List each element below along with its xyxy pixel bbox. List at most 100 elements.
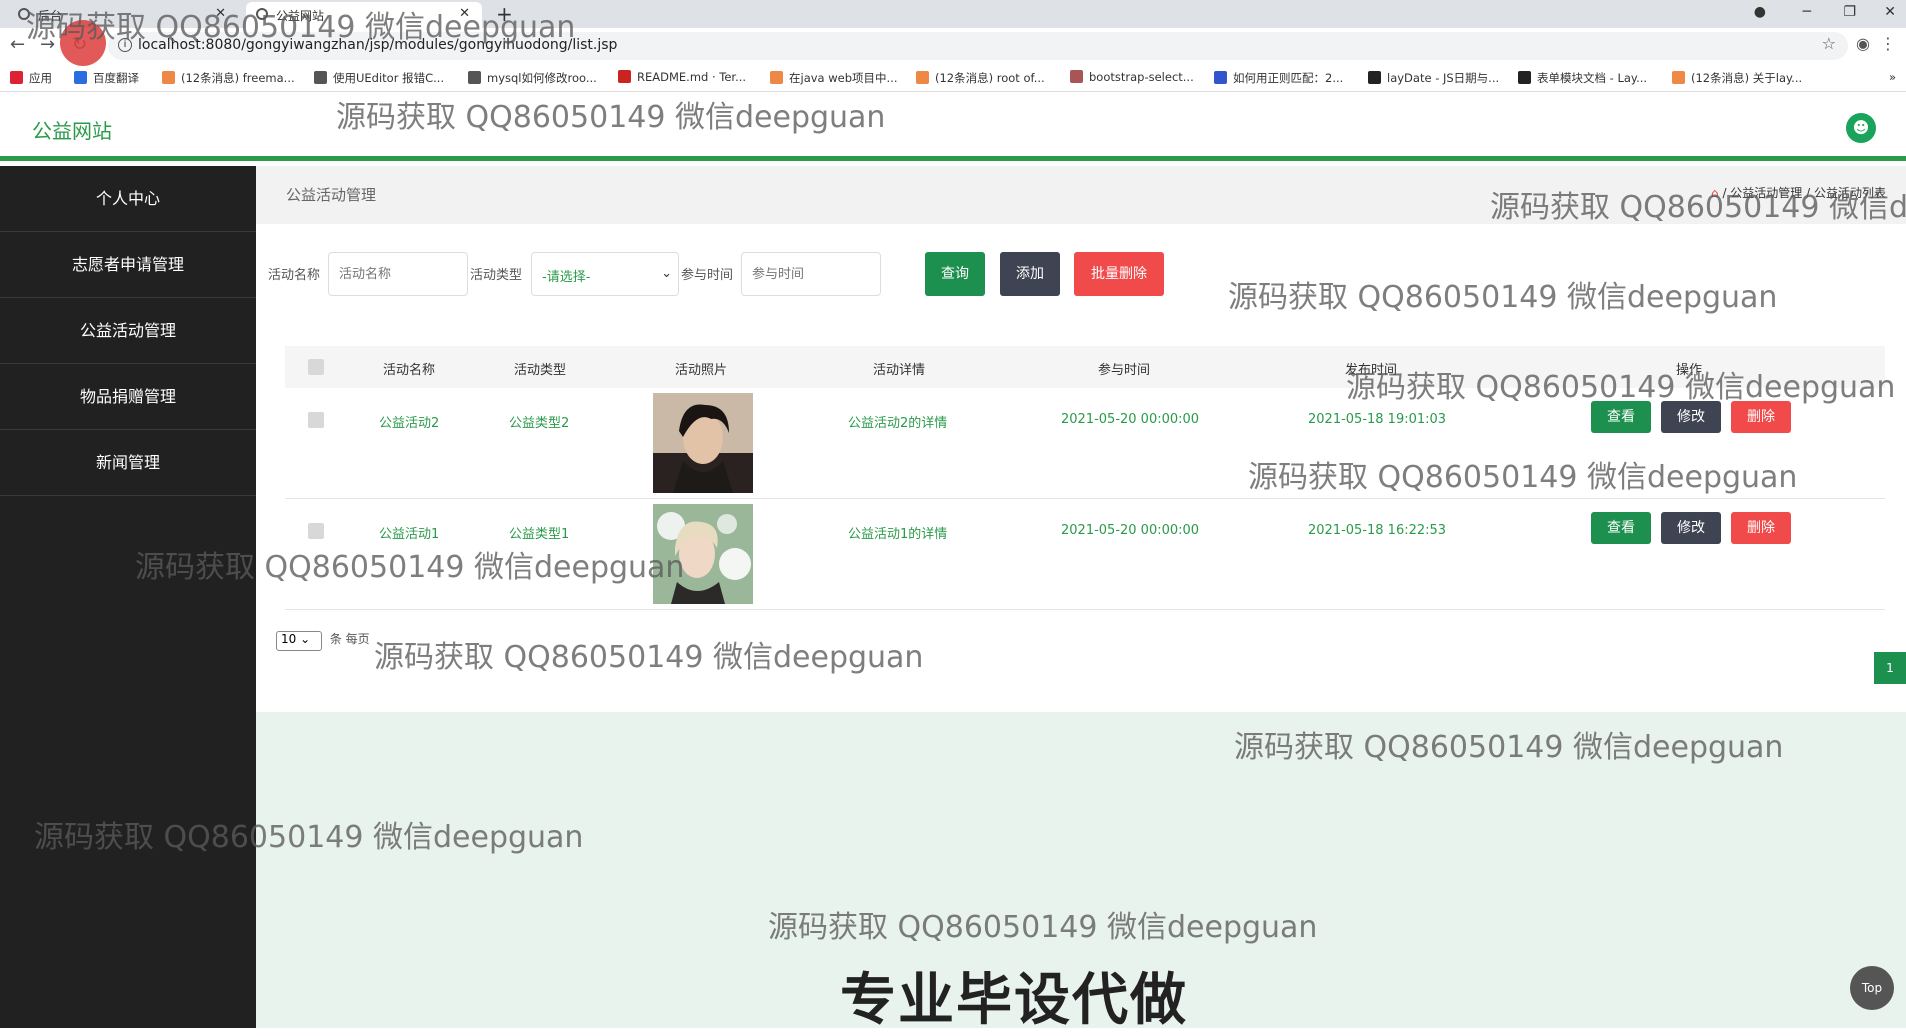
tab-title: 后台 xyxy=(38,9,63,23)
close-window-icon[interactable]: ✕ xyxy=(1884,4,1896,20)
page-size-select[interactable]: 10 ⌄ xyxy=(276,631,322,651)
page-size-control: 10 ⌄ 条 每页 xyxy=(276,630,370,651)
activity-detail-cell: 公益活动1的详情 xyxy=(848,527,948,542)
bookmarks-bar: 应用 百度翻译 (12条消息) freema... 使用UEditor 报错C... m… xyxy=(0,64,1906,92)
close-tab-icon[interactable]: ✕ xyxy=(215,6,226,21)
bookmark-favicon-icon xyxy=(468,71,481,84)
column-header[interactable]: 参与时间 xyxy=(1098,359,1150,378)
sidebar-item-donation[interactable]: 物品捐赠管理 xyxy=(0,364,256,430)
bookmark-item[interactable]: 应用 xyxy=(10,70,52,86)
user-icon[interactable]: ☻ xyxy=(1846,113,1876,143)
bookmark-favicon-icon xyxy=(916,71,929,84)
browser-tab-2[interactable]: 公益网站 ✕ xyxy=(246,2,482,28)
bookmark-item[interactable]: (12条消息) freema... xyxy=(162,70,295,86)
sidebar-item-news[interactable]: 新闻管理 xyxy=(0,430,256,496)
page-size-value: 10 xyxy=(281,632,297,646)
add-button[interactable]: 添加 xyxy=(1000,252,1060,296)
bookmark-favicon-icon xyxy=(1070,70,1083,83)
view-button[interactable]: 查看 xyxy=(1591,512,1651,544)
delete-button[interactable]: 删除 xyxy=(1731,512,1791,544)
browser-tab-1[interactable]: 后台 ✕ xyxy=(8,2,238,28)
view-button[interactable]: 查看 xyxy=(1591,401,1651,433)
row-checkbox[interactable] xyxy=(308,412,324,428)
bookmark-item[interactable]: 在java web项目中... xyxy=(770,70,898,86)
column-header[interactable]: 发布时间 xyxy=(1345,359,1397,378)
bookmark-item[interactable]: bootstrap-select... xyxy=(1070,70,1194,84)
activity-name-cell: 公益活动1 xyxy=(379,527,440,542)
mouse-cursor-highlight xyxy=(60,20,106,66)
more-bookmarks-icon[interactable]: » xyxy=(1889,70,1896,84)
per-page-label: 条 每页 xyxy=(329,632,370,646)
tab-title: 公益网站 xyxy=(276,9,325,23)
table-header: 活动名称 活动类型 活动照片 活动详情 参与时间 发布时间 操作 xyxy=(285,346,1885,388)
breadcrumb-item[interactable]: 公益活动管理 xyxy=(1730,186,1802,200)
restore-icon[interactable]: ❐ xyxy=(1843,4,1856,20)
bookmark-label: bootstrap-select... xyxy=(1089,70,1194,84)
select-all-checkbox[interactable] xyxy=(308,359,324,375)
bookmark-item[interactable]: mysql如何修改roo... xyxy=(468,70,597,86)
bookmark-label: (12条消息) root of... xyxy=(935,71,1045,85)
bookmark-item[interactable]: layDate - JS日期与... xyxy=(1368,70,1499,86)
join-time-cell: 2021-05-20 00:00:00 xyxy=(1061,412,1200,427)
activity-name-input[interactable] xyxy=(328,252,468,296)
bookmark-favicon-icon xyxy=(1368,71,1381,84)
minimize-icon[interactable]: ─ xyxy=(1803,4,1811,20)
bookmark-favicon-icon xyxy=(162,71,175,84)
delete-button[interactable]: 删除 xyxy=(1731,401,1791,433)
activity-photo[interactable] xyxy=(653,504,753,604)
url-field[interactable]: i localhost:8080/gongyiwangzhan/jsp/modu… xyxy=(108,32,1848,60)
page-title: 公益活动管理 xyxy=(286,186,377,204)
bookmark-label: mysql如何修改roo... xyxy=(487,71,597,85)
edit-button[interactable]: 修改 xyxy=(1661,512,1721,544)
bookmark-item[interactable]: (12条消息) root of... xyxy=(916,70,1045,86)
bookmark-label: 表单模块文档 - Lay... xyxy=(1537,71,1648,85)
bookmark-item[interactable]: 使用UEditor 报错C... xyxy=(314,70,444,86)
site-name[interactable]: 公益网站 xyxy=(32,115,112,144)
new-tab-button[interactable]: + xyxy=(496,2,513,26)
sidebar-item-volunteer[interactable]: 志愿者申请管理 xyxy=(0,232,256,298)
bookmark-item[interactable]: 百度翻译 xyxy=(74,70,139,86)
join-time-input[interactable] xyxy=(741,252,881,296)
activity-photo[interactable] xyxy=(653,393,753,493)
edit-button[interactable]: 修改 xyxy=(1661,401,1721,433)
account-icon[interactable]: ◉ xyxy=(1856,34,1870,53)
bookmark-star-icon[interactable]: ☆ xyxy=(1822,34,1836,53)
bookmark-label: layDate - JS日期与... xyxy=(1387,71,1500,85)
activity-name-cell: 公益活动2 xyxy=(379,416,440,431)
bookmark-favicon-icon xyxy=(10,71,23,84)
batch-delete-button[interactable]: 批量删除 xyxy=(1074,252,1164,296)
chevron-down-icon: ⌄ xyxy=(661,266,672,281)
bookmark-favicon-icon xyxy=(1214,71,1227,84)
close-tab-icon[interactable]: ✕ xyxy=(459,6,470,21)
search-form: 活动名称 活动类型 -请选择- ⌄ 参与时间 查询 添加 批量删除 xyxy=(268,252,1898,298)
main-area: 公益活动管理 ⌂/ 公益活动管理 / 公益活动列表 活动名称 活动类型 -请选择… xyxy=(256,166,1906,1028)
table-row: 公益活动2 公益类型2 公益活动2的详情 2021-05-20 00:00:00… xyxy=(285,388,1885,499)
column-header[interactable]: 活动类型 xyxy=(514,359,566,378)
site-info-icon[interactable]: i xyxy=(118,38,132,52)
bookmark-label: 在java web项目中... xyxy=(789,71,898,85)
column-header: 操作 xyxy=(1676,363,1703,378)
bookmark-item[interactable]: 如何用正则匹配：2... xyxy=(1214,70,1343,86)
bookmark-label: 如何用正则匹配：2... xyxy=(1233,71,1344,85)
sidebar-item-personal[interactable]: 个人中心 xyxy=(0,166,256,232)
bookmark-item[interactable]: (12条消息) 关于lay... xyxy=(1672,70,1802,86)
bookmark-favicon-icon xyxy=(1518,71,1531,84)
activity-type-selected: -请选择- xyxy=(542,270,591,285)
bookmark-item[interactable]: README.md · Ter... xyxy=(618,70,746,84)
bookmark-item[interactable]: 表单模块文档 - Lay... xyxy=(1518,70,1647,86)
browser-menu-icon[interactable]: ⋮ xyxy=(1880,34,1896,53)
row-checkbox[interactable] xyxy=(308,523,324,539)
pagination-page-button[interactable]: 1 xyxy=(1874,652,1906,684)
column-header[interactable]: 活动名称 xyxy=(383,359,435,378)
sidebar-item-activities[interactable]: 公益活动管理 xyxy=(0,298,256,364)
content-card: 公益活动管理 ⌂/ 公益活动管理 / 公益活动列表 活动名称 活动类型 -请选择… xyxy=(256,166,1906,712)
activity-type-select[interactable]: -请选择- ⌄ xyxy=(531,252,679,296)
query-button[interactable]: 查询 xyxy=(925,252,985,296)
home-icon[interactable]: ⌂ xyxy=(1711,186,1719,200)
profile-menu-icon[interactable]: ● xyxy=(1754,4,1766,20)
activity-type-cell: 公益类型1 xyxy=(509,527,570,542)
column-header: 活动详情 xyxy=(873,363,926,378)
back-icon[interactable]: ← xyxy=(10,34,25,55)
back-to-top-button[interactable]: Top xyxy=(1850,966,1894,1010)
forward-icon[interactable]: → xyxy=(40,34,55,55)
